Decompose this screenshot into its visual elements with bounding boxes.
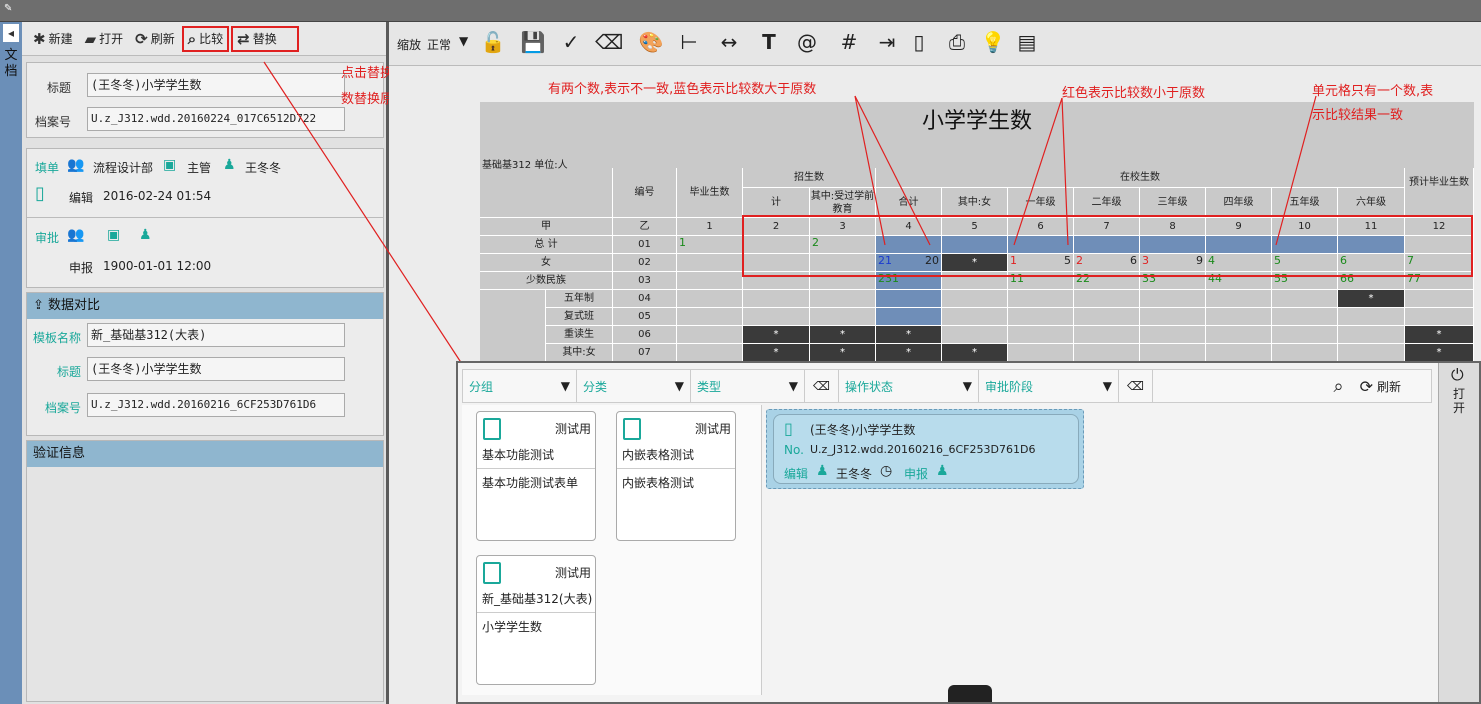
document-item-inner: ▯ (王冬冬)小学学生数 No. U.z_J312.wdd.20160216_6… bbox=[773, 414, 1079, 484]
document-picker-popup: 分组 ▼ 分类 ▼ 类型 ▼ ⌫ 操作状态 ▼ 审批阶段 ▼ ⌫ ⌕ ⟳ 刷新 测试用 基本功… bbox=[456, 361, 1481, 704]
filter-type[interactable]: 类型 ▼ bbox=[691, 370, 805, 402]
popup-drag-handle[interactable] bbox=[948, 685, 992, 702]
chevron-down-icon: ▼ bbox=[674, 379, 684, 393]
clear-icon: ⌫ bbox=[813, 379, 830, 393]
power-icon[interactable]: ⏻ bbox=[1451, 365, 1464, 385]
filter-group[interactable]: 分组 ▼ bbox=[463, 370, 577, 402]
clear-filter-button[interactable]: ⌫ bbox=[1119, 370, 1153, 402]
document-icon bbox=[623, 418, 641, 440]
annotation-line bbox=[263, 61, 463, 365]
document-item[interactable]: ▯ (王冬冬)小学学生数 No. U.z_J312.wdd.20160216_6… bbox=[766, 409, 1084, 489]
filter-op-status[interactable]: 操作状态 ▼ bbox=[839, 370, 979, 402]
filter-category[interactable]: 分类 ▼ bbox=[577, 370, 691, 402]
template-card[interactable]: 测试用 基本功能测试 基本功能测试表单 bbox=[476, 411, 596, 541]
document-icon bbox=[483, 562, 501, 584]
template-card[interactable]: 测试用 内嵌表格测试 内嵌表格测试 bbox=[616, 411, 736, 541]
chevron-down-icon: ▼ bbox=[788, 379, 798, 393]
annotation-line bbox=[854, 95, 931, 246]
popup-refresh-button[interactable]: ⟳ 刷新 bbox=[1360, 377, 1401, 396]
filter-bar: 分组 ▼ 分类 ▼ 类型 ▼ ⌫ 操作状态 ▼ 审批阶段 ▼ ⌫ ⌕ ⟳ 刷新 bbox=[462, 369, 1432, 403]
chevron-down-icon: ▼ bbox=[1102, 379, 1112, 393]
refresh-icon: ⟳ bbox=[1359, 376, 1373, 396]
document-icon: ▯ bbox=[784, 419, 793, 438]
doc-title: (王冬冬)小学学生数 bbox=[810, 423, 916, 437]
chevron-down-icon: ▼ bbox=[962, 379, 972, 393]
doc-no-value: U.z_J312.wdd.20160216_6CF253D761D6 bbox=[810, 443, 1036, 456]
annotation-line bbox=[1013, 97, 1063, 246]
document-icon bbox=[483, 418, 501, 440]
user-icon: ♟ bbox=[936, 463, 949, 479]
popup-side-bar: ⏻ 打开 bbox=[1438, 363, 1479, 702]
clock-icon: ◷ bbox=[880, 463, 893, 479]
annotation-line bbox=[1275, 95, 1317, 246]
template-list: 测试用 基本功能测试 基本功能测试表单 测试用 内嵌表格测试 内嵌表格测试 测试用 新_基… bbox=[462, 405, 762, 695]
clear-filter-button[interactable]: ⌫ bbox=[805, 370, 839, 402]
search-icon[interactable]: ⌕ bbox=[1333, 376, 1343, 397]
template-card[interactable]: 测试用 新_基础基312(大表) 小学学生数 bbox=[476, 555, 596, 685]
annotation-line bbox=[1061, 97, 1069, 246]
doc-no-label: No. bbox=[784, 443, 804, 457]
clear-icon: ⌫ bbox=[1127, 379, 1144, 393]
user-icon: ♟ bbox=[816, 463, 829, 479]
annotation-line bbox=[854, 95, 886, 246]
filter-approval-stage[interactable]: 审批阶段 ▼ bbox=[979, 370, 1119, 402]
doc-user: 王冬冬 bbox=[836, 467, 873, 481]
open-side-button[interactable]: 打开 bbox=[1453, 387, 1467, 415]
doc-edit-label: 编辑 bbox=[784, 467, 809, 481]
chevron-down-icon: ▼ bbox=[560, 379, 570, 393]
doc-report-label: 申报 bbox=[904, 467, 929, 481]
